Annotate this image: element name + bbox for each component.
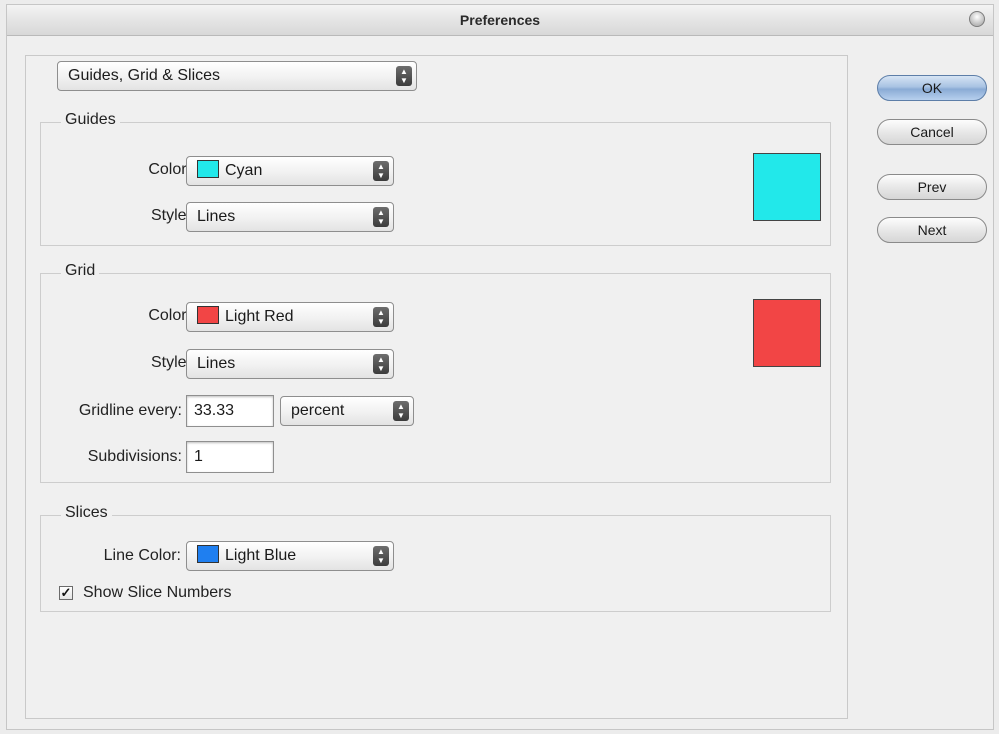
window-title: Preferences xyxy=(459,12,541,28)
prev-button[interactable]: Prev xyxy=(877,174,987,200)
slices-line-color-value: Light Blue xyxy=(225,547,297,564)
guides-style-value: Lines xyxy=(197,208,236,225)
popup-arrows-icon: ▲ ▼ xyxy=(396,66,412,86)
gridline-unit-value: percent xyxy=(291,402,345,419)
show-slice-numbers-checkbox[interactable]: ✓ xyxy=(59,586,73,600)
slices-line-color-label: Line Color: xyxy=(103,547,181,564)
gridline-unit-select[interactable]: percent ▲ ▼ xyxy=(280,396,414,426)
section-select[interactable]: Guides, Grid & Slices ▲ ▼ xyxy=(57,61,417,91)
grid-style-select[interactable]: Lines ▲ ▼ xyxy=(186,349,394,379)
slices-group-title: Slices xyxy=(61,504,112,522)
guides-color-label: Color: xyxy=(148,161,191,178)
collapse-icon[interactable] xyxy=(969,11,985,27)
preferences-panel: Guides, Grid & Slices ▲ ▼ Guides Color: C… xyxy=(25,55,848,719)
popup-arrows-icon: ▲ ▼ xyxy=(373,161,389,181)
popup-arrows-icon: ▲ ▼ xyxy=(393,401,409,421)
grid-color-swatch xyxy=(197,306,219,324)
title-bar[interactable]: Preferences xyxy=(7,5,993,36)
gridline-every-field[interactable]: 33.33 xyxy=(186,395,274,427)
cancel-button[interactable]: Cancel xyxy=(877,119,987,145)
guides-color-preview[interactable] xyxy=(753,153,821,221)
section-select-value: Guides, Grid & Slices xyxy=(68,67,221,84)
ok-button[interactable]: OK xyxy=(877,75,987,101)
grid-style-value: Lines xyxy=(197,355,236,372)
grid-style-label: Style: xyxy=(150,354,191,371)
popup-arrows-icon: ▲ ▼ xyxy=(373,354,389,374)
grid-color-preview[interactable] xyxy=(753,299,821,367)
next-button[interactable]: Next xyxy=(877,217,987,243)
guides-style-select[interactable]: Lines ▲ ▼ xyxy=(186,202,394,232)
slices-group: Slices Line Color: Light Blue ▲ ▼ ✓ Show … xyxy=(40,504,831,612)
gridline-every-label: Gridline every: xyxy=(78,402,182,419)
show-slice-numbers-label[interactable]: Show Slice Numbers xyxy=(83,584,232,602)
popup-arrows-icon: ▲ ▼ xyxy=(373,546,389,566)
slices-color-swatch xyxy=(197,545,219,563)
guides-color-swatch xyxy=(197,160,219,178)
guides-color-value: Cyan xyxy=(225,162,263,179)
guides-group-title: Guides xyxy=(61,111,120,129)
popup-arrows-icon: ▲ ▼ xyxy=(373,207,389,227)
grid-color-label: Color: xyxy=(148,307,191,324)
grid-color-select[interactable]: Light Red ▲ ▼ xyxy=(186,302,394,332)
subdivisions-label: Subdivisions: xyxy=(87,448,182,465)
grid-group: Grid Color: Light Red ▲ ▼ Style: Lines ▲ ▼… xyxy=(40,262,831,483)
popup-arrows-icon: ▲ ▼ xyxy=(373,307,389,327)
guides-color-select[interactable]: Cyan ▲ ▼ xyxy=(186,156,394,186)
guides-group: Guides Color: Cyan ▲ ▼ Style: Lines ▲ ▼ xyxy=(40,111,831,246)
subdivisions-field[interactable]: 1 xyxy=(186,441,274,473)
slices-line-color-select[interactable]: Light Blue ▲ ▼ xyxy=(186,541,394,571)
guides-style-label: Style: xyxy=(150,207,191,224)
grid-color-value: Light Red xyxy=(225,308,294,325)
preferences-window: Preferences Guides, Grid & Slices ▲ ▼ Gui… xyxy=(6,4,994,730)
grid-group-title: Grid xyxy=(61,262,100,280)
